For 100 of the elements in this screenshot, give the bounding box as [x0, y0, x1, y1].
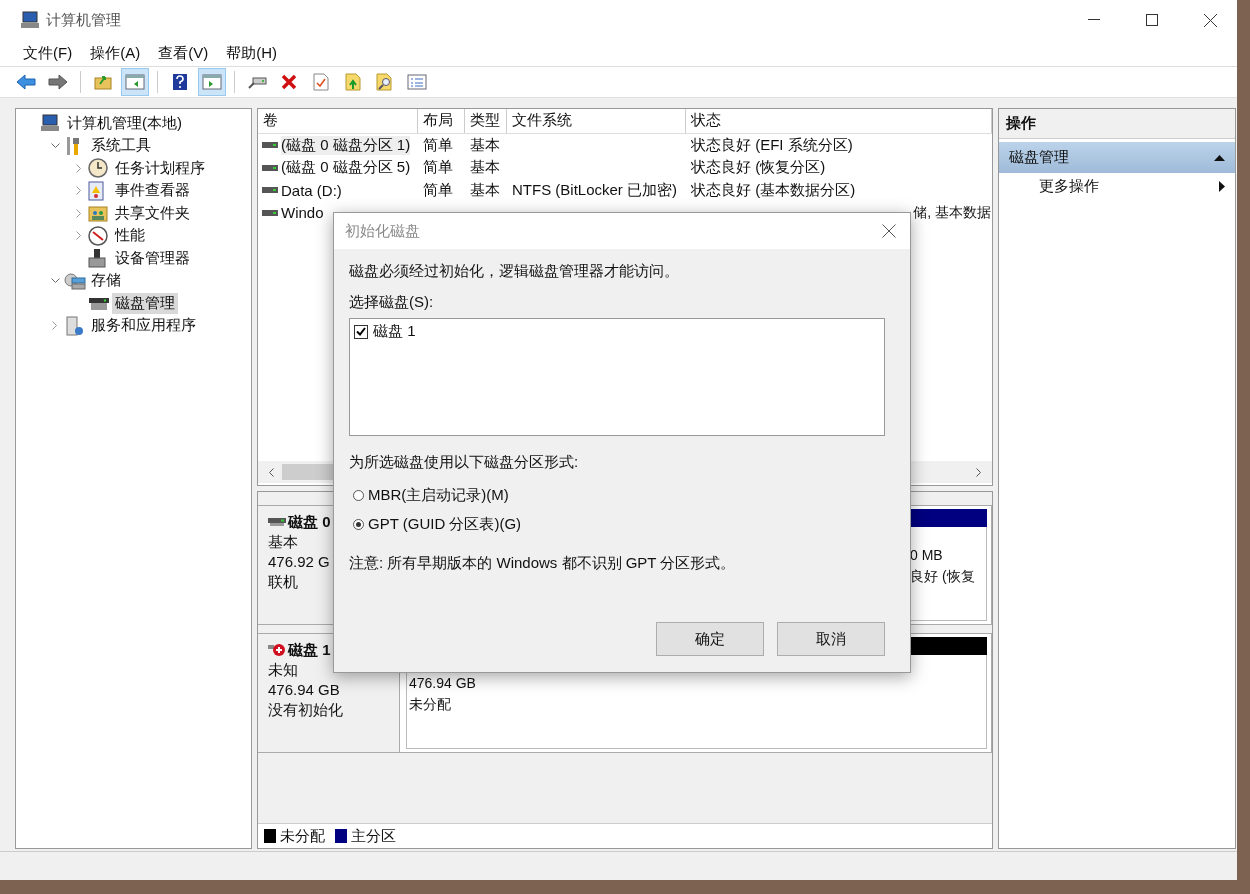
gauge-icon	[88, 225, 108, 246]
delete-icon	[281, 74, 297, 90]
chevron-right-icon[interactable]	[52, 321, 58, 331]
disk-detail: 未知	[268, 660, 298, 680]
tree-item[interactable]: 共享文件夹	[112, 202, 193, 224]
clock-icon	[88, 158, 108, 179]
disk-detail: 基本	[268, 532, 298, 552]
radio-button[interactable]	[353, 490, 364, 501]
chevron-down-icon[interactable]	[50, 277, 60, 284]
action-item[interactable]: 更多操作	[999, 173, 1235, 200]
page-search-icon	[376, 73, 394, 91]
tree-item[interactable]: 任务计划程序	[112, 157, 208, 179]
tools-icon	[64, 135, 82, 156]
table-cell: NTFS (BitLocker 已加密)	[512, 180, 677, 200]
column-header[interactable]: 布局	[418, 109, 465, 133]
chevron-down-icon[interactable]	[50, 142, 60, 149]
disk-checkbox[interactable]: 磁盘 1	[354, 322, 880, 341]
chevron-right-icon[interactable]	[76, 231, 82, 241]
drive-icon	[262, 209, 278, 216]
radio-button[interactable]	[353, 519, 364, 530]
table-cell: 基本	[470, 158, 500, 178]
drive-search-icon	[247, 74, 267, 90]
chevron-right-icon[interactable]	[76, 208, 82, 218]
partition-detail: 未分配	[409, 695, 451, 714]
close-icon[interactable]	[1204, 13, 1217, 27]
legend-label: 主分区	[351, 826, 396, 846]
collapse-icon	[1214, 154, 1225, 161]
disk-name: 磁盘 0	[288, 512, 331, 532]
field-label: 为所选磁盘使用以下磁盘分区形式:	[349, 453, 579, 472]
partition-detail: 良好 (恢复	[910, 567, 975, 586]
table-cell: 状态良好 (恢复分区)	[691, 158, 826, 178]
table-cell: 状态良好 (EFI 系统分区)	[691, 135, 853, 155]
scroll-right-icon[interactable]	[976, 467, 982, 477]
checked-page-icon	[313, 73, 329, 91]
tree-item[interactable]: 系统工具	[88, 135, 154, 157]
disk-detail: 没有初始化	[268, 700, 343, 720]
tree-item[interactable]: 性能	[112, 225, 148, 247]
menu-item[interactable]: 操作(A)	[81, 41, 150, 65]
table-cell: 状态良好 (基本数据分区)	[691, 180, 856, 200]
disk-detail: 476.92 G	[268, 552, 330, 572]
drive-icon	[262, 164, 278, 171]
tree-item[interactable]: 服务和应用程序	[88, 315, 199, 337]
minimize-icon[interactable]	[1088, 19, 1100, 21]
dialog-title: 初始化磁盘	[345, 221, 420, 241]
disk-detail: 476.94 GB	[268, 680, 340, 700]
pane-toggle-icon	[202, 74, 222, 90]
scroll-left-icon[interactable]	[268, 467, 274, 477]
partition-detail: 476.94 GB	[409, 674, 476, 693]
menu-item[interactable]: 帮助(H)	[217, 41, 286, 65]
shared-folder-icon	[88, 204, 108, 223]
submenu-arrow-icon	[1219, 181, 1225, 192]
legend-label: 未分配	[280, 826, 325, 846]
chevron-right-icon[interactable]	[76, 163, 82, 173]
dialog-message: 磁盘必须经过初始化，逻辑磁盘管理器才能访问。	[349, 262, 679, 281]
storage-icon	[64, 271, 86, 290]
tree-item[interactable]: 事件查看器	[112, 180, 193, 202]
tree-item[interactable]: 设备管理器	[112, 247, 193, 269]
disk-error-icon	[268, 643, 286, 657]
back-arrow-icon	[16, 74, 36, 90]
menu-item[interactable]: 查看(V)	[149, 41, 218, 65]
folder-up-icon	[94, 74, 112, 90]
table-cell: 简单	[423, 180, 453, 200]
disk-drive-icon	[268, 518, 286, 526]
table-cell: 基本	[470, 135, 500, 155]
tree-item[interactable]: 磁盘管理	[112, 292, 178, 314]
server-icon	[64, 315, 84, 336]
column-header[interactable]: 文件系统	[507, 109, 686, 133]
properties-icon	[407, 74, 427, 90]
table-cell: 储, 基本数据	[913, 203, 991, 222]
column-header[interactable]: 状态	[686, 109, 992, 133]
chevron-right-icon[interactable]	[76, 186, 82, 196]
field-label: 选择磁盘(S):	[349, 293, 434, 312]
radio-option[interactable]: MBR(主启动记录)(M)	[349, 486, 509, 505]
forward-arrow-icon	[48, 74, 68, 90]
device-icon	[88, 248, 106, 269]
table-cell: (磁盘 0 磁盘分区 1)	[281, 135, 411, 155]
drive-icon	[262, 187, 278, 194]
window-title: 计算机管理	[46, 10, 121, 30]
page-up-icon	[345, 73, 361, 91]
maximize-icon[interactable]	[1146, 14, 1158, 26]
close-icon[interactable]	[882, 224, 896, 238]
table-cell: Data (D:)	[281, 181, 342, 199]
partition-detail: 0 MB	[910, 546, 943, 565]
table-cell: 简单	[423, 135, 453, 155]
checkbox[interactable]	[354, 324, 368, 339]
help-icon	[172, 73, 188, 91]
dialog-button[interactable]: 取消	[777, 622, 885, 656]
column-header[interactable]: 类型	[465, 109, 507, 133]
dialog-button[interactable]: 确定	[656, 622, 764, 656]
table-cell: Windo	[281, 204, 324, 222]
table-cell: 简单	[423, 158, 453, 178]
event-log-icon	[88, 180, 104, 201]
action-section[interactable]: 磁盘管理	[999, 142, 1235, 173]
tree-item[interactable]: 存储	[88, 270, 124, 292]
check-icon	[356, 327, 366, 336]
column-header[interactable]: 卷	[258, 109, 418, 133]
actions-header: 操作	[999, 109, 1235, 139]
tree-item[interactable]: 计算机管理(本地)	[64, 112, 185, 134]
pane-toggle-icon	[125, 74, 145, 90]
menu-item[interactable]: 文件(F)	[14, 41, 82, 65]
